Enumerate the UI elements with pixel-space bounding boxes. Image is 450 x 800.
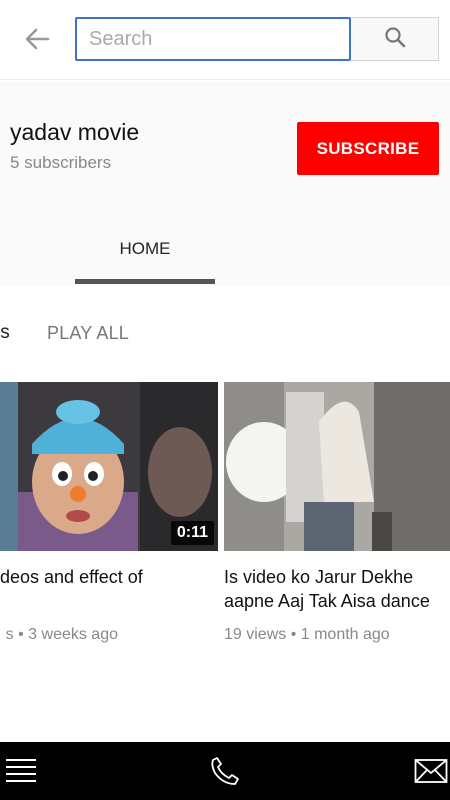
phone-icon[interactable]: [208, 754, 242, 788]
thumbnail-image: [224, 382, 450, 551]
search-box: [75, 17, 351, 61]
mail-icon[interactable]: [414, 754, 448, 788]
search-input[interactable]: [77, 19, 349, 59]
top-bar: [0, 0, 450, 80]
video-meta: s • 3 weeks ago: [5, 626, 118, 643]
video-title[interactable]: Is video ko Jarur Dekhe aapne Aaj Tak Ai…: [224, 565, 450, 613]
play-all-button[interactable]: PLAY ALL: [47, 323, 129, 344]
video-duration: 0:11: [170, 521, 214, 545]
video-thumbnail[interactable]: 0:11: [0, 382, 218, 551]
search-button[interactable]: [351, 17, 439, 61]
video-meta: 19 views • 1 month ago: [224, 626, 390, 643]
channel-header: yadav movie 5 subscribers SUBSCRIBE HOME: [0, 81, 450, 285]
tab-selected-indicator: [75, 279, 215, 284]
section-title: ls: [0, 322, 10, 343]
channel-name: yadav movie: [10, 119, 140, 145]
tab-home[interactable]: HOME: [75, 231, 215, 284]
video-thumbnail[interactable]: [224, 382, 450, 551]
arrow-left-icon[interactable]: [22, 22, 52, 56]
bottom-nav-bar: [0, 742, 450, 800]
menu-icon[interactable]: [4, 754, 38, 788]
subscriber-count: 5 subscribers: [10, 153, 112, 172]
subscribe-button[interactable]: SUBSCRIBE: [297, 122, 439, 175]
video-title[interactable]: ideos and effect of: [0, 565, 216, 589]
search-icon: [384, 26, 406, 53]
